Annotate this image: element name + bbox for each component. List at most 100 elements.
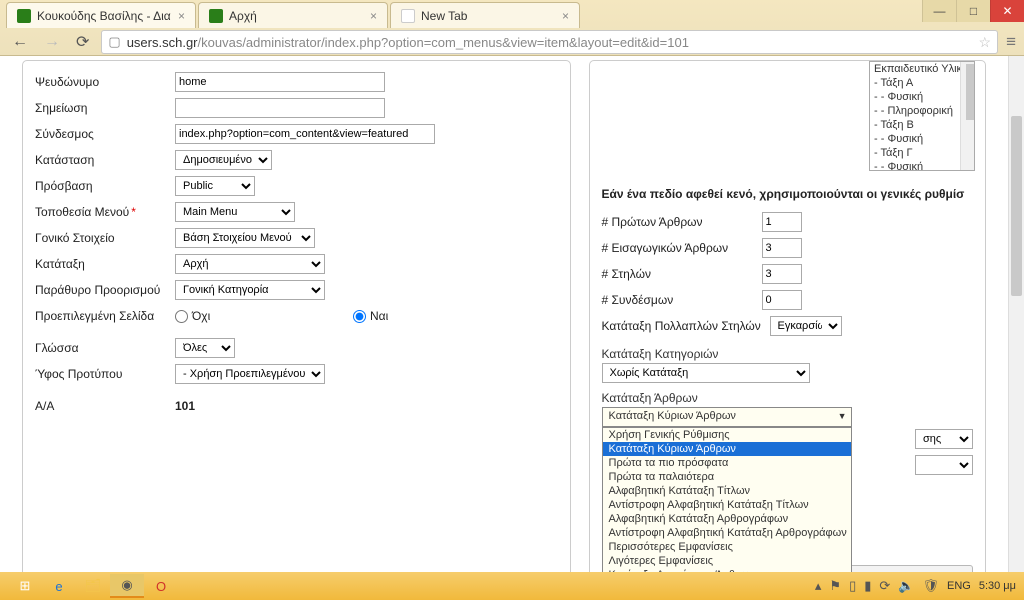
dropdown-option[interactable]: Αντίστροφη Αλφαβητική Κατάταξη Τίτλων: [603, 498, 851, 512]
link-input[interactable]: [175, 124, 435, 144]
taskbar-opera[interactable]: O: [144, 574, 178, 598]
columns-label: # Στηλών: [602, 267, 762, 281]
parent-select[interactable]: Βάση Στοιχείου Μενού: [175, 228, 315, 248]
url-host: users.sch.gr: [127, 35, 198, 50]
dropdown-option[interactable]: Λιγότερες Εμφανίσεις: [603, 554, 851, 568]
dropdown-option[interactable]: Αλφαβητική Κατάταξη Τίτλων: [603, 484, 851, 498]
article-order-selected[interactable]: Κατάταξη Κύριων Άρθρων: [602, 407, 852, 427]
category-order-select[interactable]: Χωρίς Κατάταξη: [602, 363, 810, 383]
columns-input[interactable]: [762, 264, 802, 284]
state-select[interactable]: Δημοσιευμένο: [175, 150, 272, 170]
target-window-select[interactable]: Γονική Κατηγορία: [175, 280, 325, 300]
tray-network-icon[interactable]: ▮: [864, 578, 871, 594]
listbox-item[interactable]: - - Φυσική: [870, 160, 974, 171]
listbox-item[interactable]: - Τάξη Β: [870, 118, 974, 132]
dropdown-option[interactable]: Αλφαβητική Κατάταξη Αρθρογράφων: [603, 512, 851, 526]
dropdown-option[interactable]: Πρώτα τα πιο πρόσφατα: [603, 456, 851, 470]
language-label: Γλώσσα: [35, 341, 175, 355]
article-order-dropdown[interactable]: Κατάταξη Κύριων Άρθρων Χρήση Γενικής Ρύθ…: [602, 407, 852, 572]
back-button[interactable]: ←: [8, 33, 32, 51]
id-label: Α/Α: [35, 399, 175, 413]
tab-title: New Tab: [421, 9, 467, 23]
start-button[interactable]: ⊞: [8, 574, 42, 598]
browser-tab-2[interactable]: Αρχή ×: [198, 2, 388, 28]
favicon-joomla: [209, 9, 223, 23]
browser-tab-1[interactable]: Κουκούδης Βασίλης - Δια ×: [6, 2, 196, 28]
chrome-menu-button[interactable]: ≡: [1006, 32, 1016, 52]
taskbar-ie[interactable]: e: [42, 574, 76, 598]
alias-label: Ψευδώνυμο: [35, 75, 175, 89]
alias-input[interactable]: [175, 72, 385, 92]
note-input[interactable]: [175, 98, 385, 118]
tray-language[interactable]: ENG: [947, 580, 971, 592]
window-close-button[interactable]: ✕: [990, 0, 1024, 22]
window-minimize-button[interactable]: —: [922, 0, 956, 22]
listbox-item[interactable]: - Τάξη Α: [870, 76, 974, 90]
default-page-no[interactable]: Όχι: [175, 309, 315, 323]
forward-button[interactable]: →: [40, 33, 64, 51]
default-page-yes[interactable]: Ναι: [353, 309, 493, 323]
language-select[interactable]: Όλες: [175, 338, 235, 358]
listbox-item[interactable]: - - Φυσική: [870, 90, 974, 104]
listbox-scrollbar[interactable]: [960, 62, 974, 170]
menu-location-select[interactable]: Main Menu: [175, 202, 295, 222]
tab-title: Αρχή: [229, 9, 257, 23]
template-style-label: Ύφος Προτύπου: [35, 367, 175, 381]
leading-articles-input[interactable]: [762, 212, 802, 232]
links-input[interactable]: [762, 290, 802, 310]
tray-flag-icon[interactable]: ⚑: [829, 578, 841, 594]
default-page-label: Προεπιλεγμένη Σελίδα: [35, 309, 175, 323]
article-order-options[interactable]: Χρήση Γενικής ΡύθμισηςΚατάταξη Κύριων Άρ…: [602, 427, 852, 572]
dropdown-option[interactable]: Πρώτα τα παλαιότερα: [603, 470, 851, 484]
multicolumn-order-select[interactable]: Εγκαρσίως: [770, 316, 842, 336]
default-page-radio-yes[interactable]: [353, 310, 366, 323]
window-maximize-button[interactable]: □: [956, 0, 990, 22]
page-scrollbar[interactable]: [1008, 56, 1024, 572]
favicon-blank: [401, 9, 415, 23]
intro-articles-input[interactable]: [762, 238, 802, 258]
category-listbox[interactable]: Εκπαιδευτικό Υλικό- Τάξη Α- - Φυσική- - …: [869, 61, 975, 171]
tray-arrow-icon[interactable]: ▴: [815, 578, 822, 594]
ordering-select[interactable]: Αρχή: [175, 254, 325, 274]
id-value: 101: [175, 399, 195, 413]
taskbar-explorer[interactable]: 🗂: [76, 574, 110, 598]
close-icon[interactable]: ×: [178, 9, 185, 23]
browser-tab-3[interactable]: New Tab ×: [390, 2, 580, 28]
multicolumn-order-label: Κατάταξη Πολλαπλών Στηλών: [602, 319, 770, 333]
secondary-select-1[interactable]: σης: [915, 429, 973, 449]
address-bar[interactable]: ▢ users.sch.gr/kouvas/administrator/inde…: [101, 30, 998, 54]
listbox-item[interactable]: - - Πληροφορική: [870, 104, 974, 118]
tray-volume-icon[interactable]: 🔈: [898, 578, 914, 594]
url-path: /kouvas/administrator/index.php?option=c…: [198, 35, 689, 50]
listbox-item[interactable]: - Τάξη Γ: [870, 146, 974, 160]
dropdown-option[interactable]: Αντίστροφη Αλφαβητική Κατάταξη Αρθρογράφ…: [603, 526, 851, 540]
listbox-item[interactable]: - - Φυσική: [870, 132, 974, 146]
template-style-select[interactable]: - Χρήση Προεπιλεγμένου -: [175, 364, 325, 384]
target-window-label: Παράθυρο Προορισμού: [35, 283, 175, 297]
favicon-joomla: [17, 9, 31, 23]
taskbar-chrome[interactable]: ◉: [110, 574, 144, 598]
menu-location-label: Τοποθεσία Μενού*: [35, 205, 175, 219]
dropdown-option[interactable]: Περισσότερες Εμφανίσεις: [603, 540, 851, 554]
parent-label: Γονικό Στοιχείο: [35, 231, 175, 245]
listbox-item[interactable]: Εκπαιδευτικό Υλικό: [870, 62, 974, 76]
close-icon[interactable]: ×: [562, 9, 569, 23]
access-select[interactable]: Public: [175, 176, 255, 196]
default-page-radio-no[interactable]: [175, 310, 188, 323]
links-label: # Συνδέσμων: [602, 293, 762, 307]
close-icon[interactable]: ×: [370, 9, 377, 23]
tray-sync-icon[interactable]: ⟳: [879, 578, 890, 594]
dropdown-option[interactable]: Κατάταξη Κύριων Άρθρων: [603, 442, 851, 456]
tray-battery-icon[interactable]: ▯: [849, 578, 856, 594]
link-label: Σύνδεσμος: [35, 127, 175, 141]
options-panel: Εκπαιδευτικό Υλικό- Τάξη Α- - Φυσική- - …: [589, 60, 987, 572]
tray-shield-icon[interactable]: 🛡: [922, 578, 939, 594]
bookmark-star-icon[interactable]: ☆: [979, 34, 992, 51]
state-label: Κατάσταση: [35, 153, 175, 167]
taskbar: ⊞ e 🗂 ◉ O ▴ ⚑ ▯ ▮ ⟳ 🔈 🛡 ENG 5:30 μμ: [0, 572, 1024, 600]
dropdown-option[interactable]: Χρήση Γενικής Ρύθμισης: [603, 428, 851, 442]
reload-button[interactable]: ⟳: [72, 32, 93, 52]
intro-articles-label: # Εισαγωγικών Άρθρων: [602, 241, 762, 255]
tray-clock[interactable]: 5:30 μμ: [979, 580, 1016, 592]
secondary-select-2[interactable]: [915, 455, 973, 475]
